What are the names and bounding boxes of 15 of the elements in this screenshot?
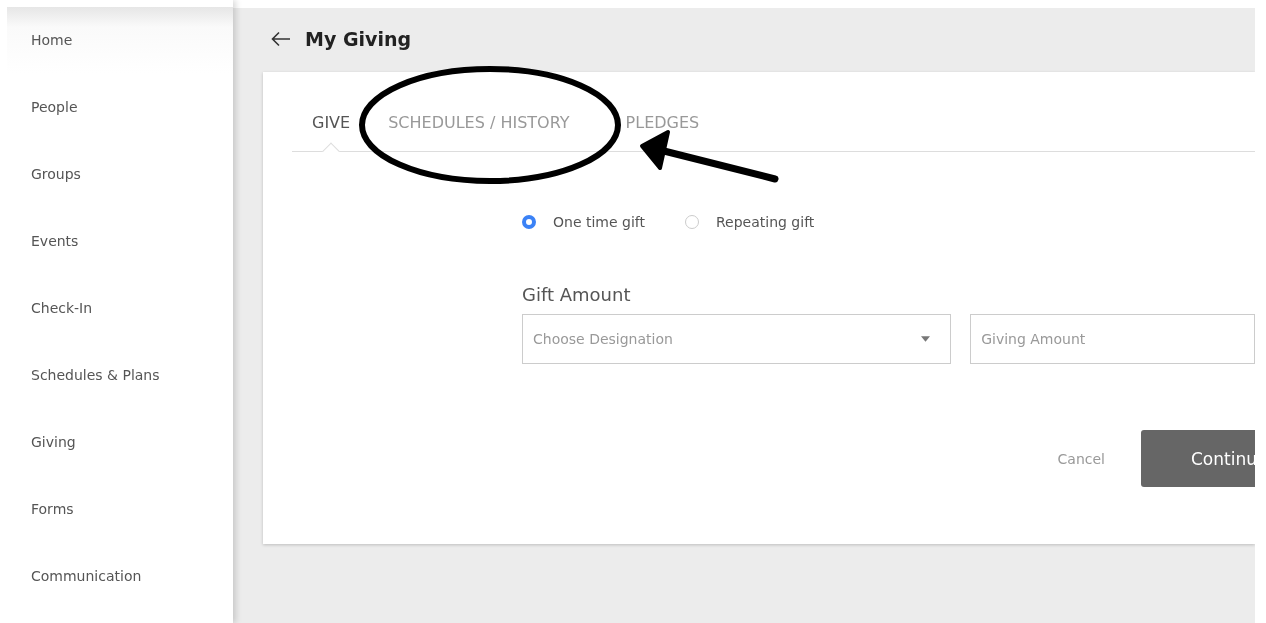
radio-label[interactable]: Repeating gift: [716, 214, 815, 230]
sidebar-item[interactable]: Home: [7, 7, 233, 74]
gift-amount-label: Gift Amount: [522, 284, 632, 307]
sidebar-item[interactable]: Groups: [7, 141, 233, 208]
amount-field[interactable]: Giving Amount: [970, 314, 1255, 364]
sidebar-item[interactable]: Check-In: [7, 275, 233, 342]
radio-label[interactable]: One time gift: [553, 214, 645, 230]
sidebar-item[interactable]: People: [7, 74, 233, 141]
sidebar-item[interactable]: Forms: [7, 476, 233, 543]
sidebar-item[interactable]: Events: [7, 208, 233, 275]
sidebar-item[interactable]: Schedules & Plans: [7, 342, 233, 409]
page-title: My Giving: [305, 28, 412, 50]
sidebar-item[interactable]: Giving: [7, 409, 233, 476]
continue-button[interactable]: Continu: [1141, 430, 1255, 487]
sidebar-item[interactable]: Communication: [7, 543, 233, 610]
